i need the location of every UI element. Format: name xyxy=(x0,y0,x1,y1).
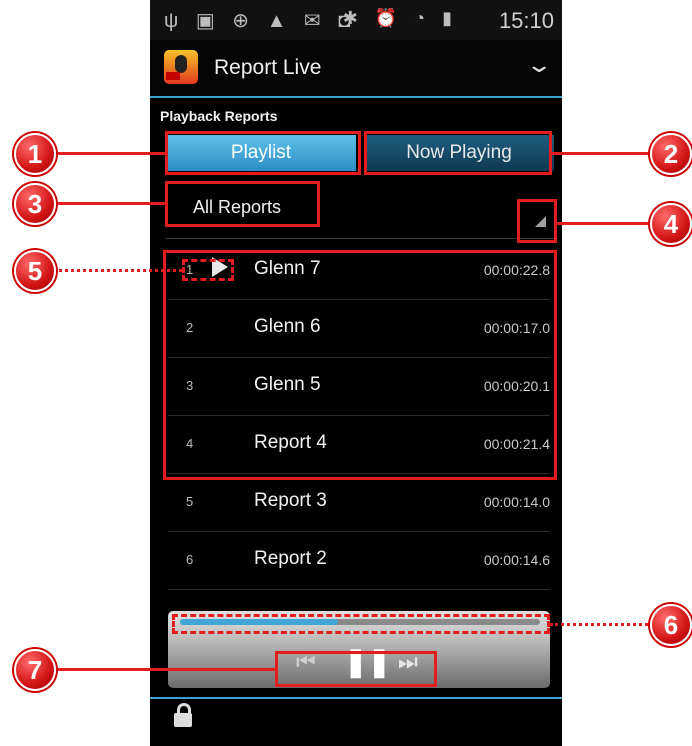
list-item[interactable]: 5 Report 3 00:00:14.0 xyxy=(168,474,550,532)
item-index: 5 xyxy=(186,494,194,509)
callout-box-playlist xyxy=(165,131,361,175)
callout-badge-1: 1 xyxy=(14,133,56,175)
live-tag-icon xyxy=(166,72,180,80)
lock-icon[interactable] xyxy=(174,703,192,727)
chevron-down-icon[interactable]: ⌄ xyxy=(525,52,553,78)
callout-box-dropdown xyxy=(517,199,557,243)
item-index: 6 xyxy=(186,552,194,567)
callout-line-4 xyxy=(557,222,654,225)
callout-line-1 xyxy=(52,152,165,155)
callout-badge-4: 4 xyxy=(650,203,692,245)
status-time: 15:10 xyxy=(498,8,554,33)
callout-box-play-indicator xyxy=(182,259,234,281)
callout-line-6 xyxy=(550,623,654,626)
callout-box-list xyxy=(163,250,557,480)
action-bar: Report Live ⌄ xyxy=(150,40,562,98)
status-bar: ψ ▣ ⊕ ▲ ✉ ◘ ✱ ⏰ ◔ ▮ 15:10 xyxy=(150,0,562,40)
bottom-bar xyxy=(150,697,562,746)
item-duration: 00:00:14.0 xyxy=(483,494,550,510)
callout-badge-3: 3 xyxy=(14,183,56,225)
callout-line-2 xyxy=(552,152,654,155)
callout-badge-6: 6 xyxy=(650,604,692,646)
app-icon[interactable] xyxy=(164,50,198,84)
item-name: Report 3 xyxy=(254,490,327,511)
microphone-icon xyxy=(175,55,187,73)
callout-box-filter xyxy=(165,181,320,227)
section-title: Playback Reports xyxy=(160,108,278,124)
notification-icons: ψ ▣ ⊕ ▲ ✉ ◘ xyxy=(164,10,357,32)
callout-line-7 xyxy=(52,668,275,671)
callout-box-controls xyxy=(275,651,437,687)
list-item[interactable]: 6 Report 2 00:00:14.6 xyxy=(168,532,550,590)
item-name: Report 2 xyxy=(254,548,327,569)
callout-box-seek xyxy=(172,614,550,634)
system-icons: ✱ ⏰ ◔ ▮ xyxy=(342,8,458,28)
callout-badge-2: 2 xyxy=(650,133,692,175)
callout-line-5 xyxy=(52,269,182,272)
callout-box-now-playing xyxy=(364,131,552,175)
callout-badge-5: 5 xyxy=(14,250,56,292)
callout-badge-7: 7 xyxy=(14,649,56,691)
item-duration: 00:00:14.6 xyxy=(483,552,550,568)
app-title: Report Live xyxy=(214,56,322,79)
callout-line-3 xyxy=(52,202,165,205)
